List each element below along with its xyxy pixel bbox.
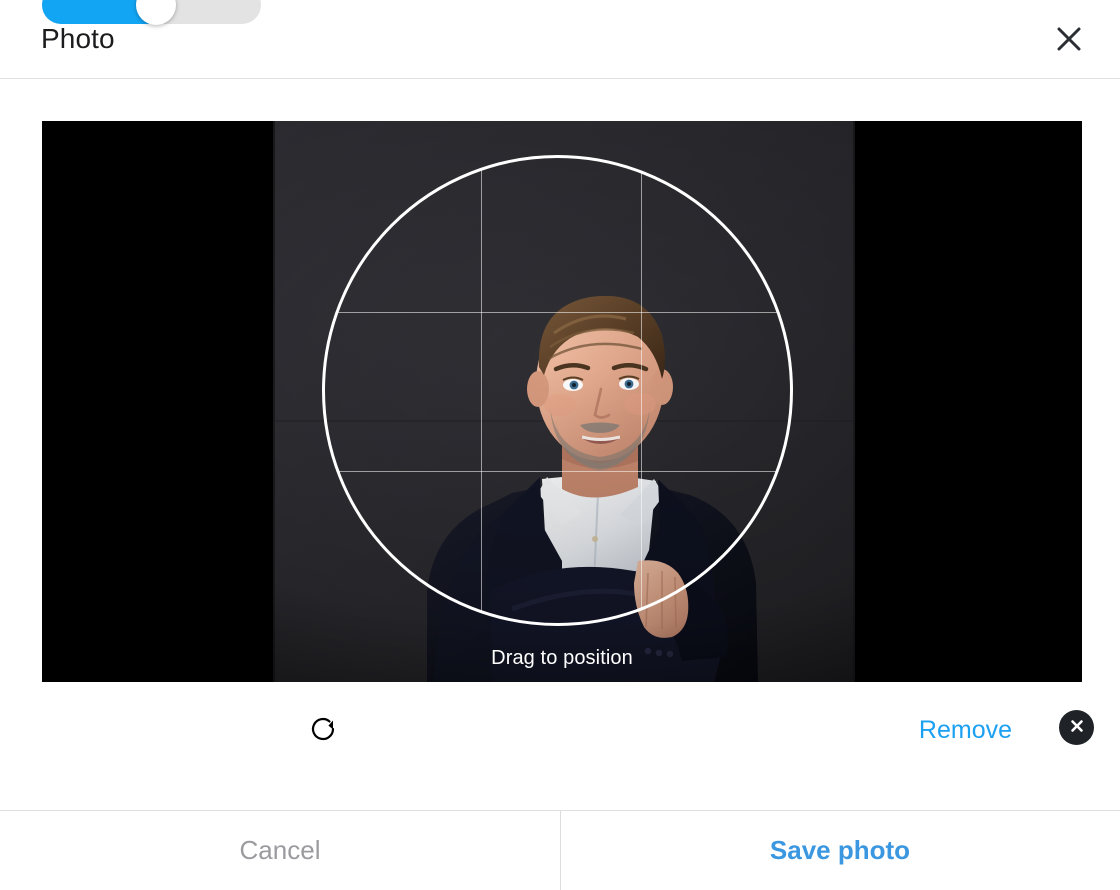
dialog-footer: Cancel Save photo <box>0 810 1120 890</box>
photo-editor-dialog: Photo Drag to position Remove Cancel Sav… <box>0 0 1120 890</box>
close-icon <box>1054 24 1084 54</box>
save-photo-button[interactable]: Save photo <box>560 811 1120 890</box>
rotate-button[interactable] <box>303 710 343 750</box>
remove-photo-x-button[interactable] <box>1059 710 1094 745</box>
rotate-clockwise-icon <box>306 712 340 749</box>
photo-stage-wrapper: Drag to position <box>0 79 1120 682</box>
remove-photo-button[interactable]: Remove <box>919 710 1012 750</box>
editor-controls: Remove <box>0 0 1120 810</box>
zoom-slider[interactable] <box>42 0 261 25</box>
photo-crop-area[interactable]: Drag to position <box>42 121 1082 682</box>
close-dialog-button[interactable] <box>1052 22 1086 56</box>
cancel-button[interactable]: Cancel <box>0 811 560 890</box>
footer-divider <box>560 811 561 890</box>
close-circle-filled-icon <box>1068 717 1086 738</box>
page-title: Photo <box>41 23 115 54</box>
photo-image[interactable] <box>42 121 1082 682</box>
